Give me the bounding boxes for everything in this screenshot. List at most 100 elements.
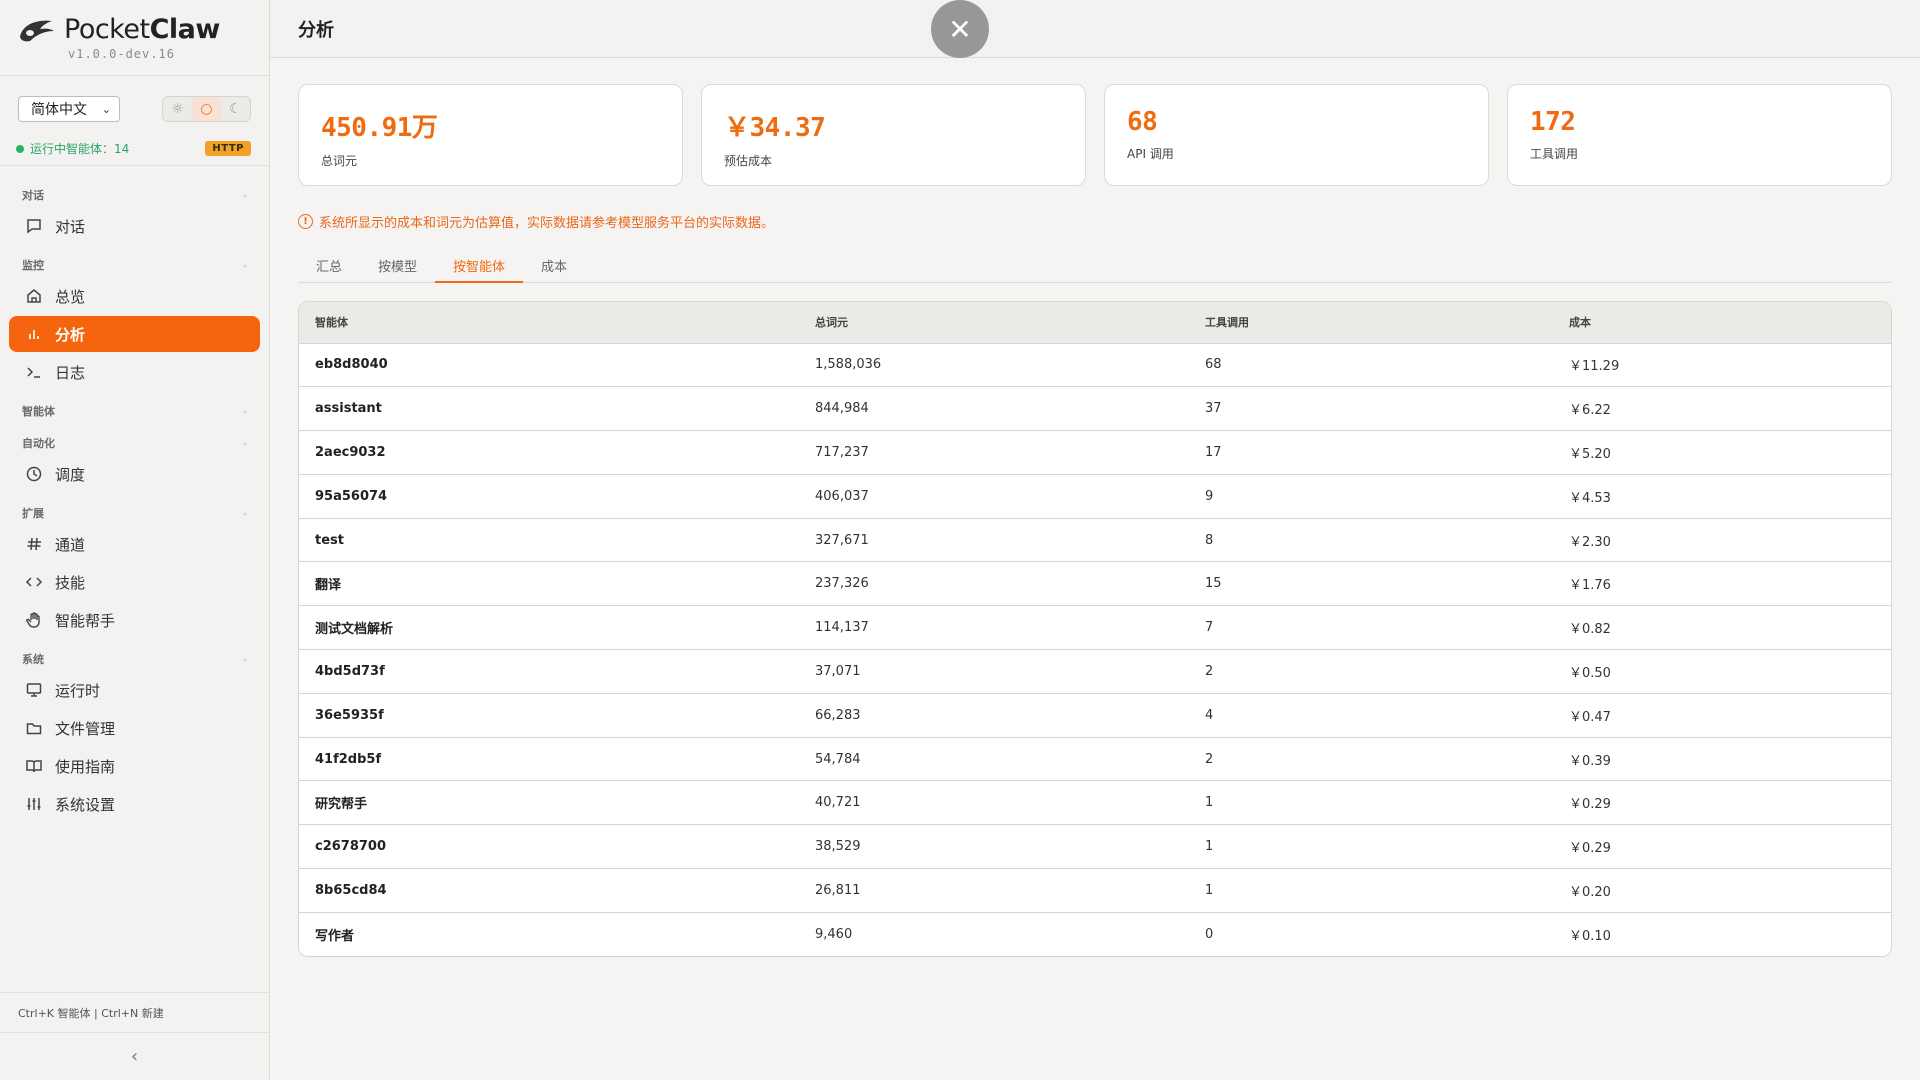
tab-summary[interactable]: 汇总 [298,249,360,282]
collapse-sidebar-button[interactable]: ‹ [0,1032,269,1080]
cell-total-tokens: 40,721 [799,780,1189,825]
sun-icon[interactable]: ☼ [163,97,192,121]
tab-by-model[interactable]: 按模型 [360,249,435,282]
cell-tool-calls: 4 [1189,692,1553,738]
http-badge: HTTP [205,141,251,156]
sidebar-item-channels[interactable]: 通道 [9,526,260,562]
cell-agent-name: c2678700 [299,824,799,869]
cell-agent-name: assistant [299,386,799,431]
cell-cost: ￥0.82 [1553,605,1891,650]
cell-cost: ￥2.30 [1553,517,1891,562]
clock-icon [26,466,42,482]
sidebar-item-helper[interactable]: 智能帮手 [9,602,260,638]
column-header-cost[interactable]: 成本 [1553,302,1891,344]
sidebar-item-schedule[interactable]: 调度 [9,456,260,492]
sidebar-item-files[interactable]: 文件管理 [9,710,260,746]
status-dot-icon [16,144,24,153]
sidebar-item-label: 运行时 [55,681,101,700]
table-row[interactable]: 95a56074 406,037 9 ￥4.53 [299,473,1891,519]
table-row[interactable]: test 327,671 8 ￥2.30 [299,517,1891,562]
table-row[interactable]: 写作者 9,460 0 ￥0.10 [299,911,1891,957]
close-icon: ✕ [948,12,972,46]
cell-cost: ￥0.39 [1553,736,1891,781]
nav-section-monitor[interactable]: 监控 - [0,254,269,276]
nav-section-system[interactable]: 系统 - [0,648,269,670]
hand-icon [26,612,40,628]
table-row[interactable]: 8b65cd84 26,811 1 ￥0.20 [299,868,1891,913]
sidebar-item-chat[interactable]: 对话 [9,208,260,244]
close-button[interactable]: ✕ [931,0,989,58]
cell-agent-name: 41f2db5f [299,736,799,781]
tab-cost[interactable]: 成本 [523,249,585,282]
moon-icon[interactable]: ☾ [221,97,250,121]
cell-tool-calls: 7 [1189,605,1553,650]
sidebar-item-overview[interactable]: 总览 [9,278,260,314]
notice-text: 系统所显示的成本和词元为估算值，实际数据请参考模型服务平台的实际数据。 [319,216,775,231]
sidebar-item-logs[interactable]: 日志 [9,354,260,390]
cell-tool-calls: 2 [1189,736,1553,781]
cell-total-tokens: 327,671 [799,517,1189,562]
column-header-total-tokens[interactable]: 总词元 [799,302,1189,344]
cell-total-tokens: 717,237 [799,430,1189,475]
system-theme-icon[interactable]: ○ [192,97,221,121]
column-header-tool-calls[interactable]: 工具调用 [1189,302,1553,344]
cell-total-tokens: 66,283 [799,692,1189,738]
table-row[interactable]: 研究帮手 40,721 1 ￥0.29 [299,780,1891,825]
cell-tool-calls: 8 [1189,517,1553,562]
stat-card-total-tokens: 450.91万 总词元 [298,84,683,186]
sidebar-item-analytics[interactable]: 分析 [9,316,260,352]
tab-by-agent[interactable]: 按智能体 [435,249,524,283]
cell-cost: ￥0.50 [1553,649,1891,694]
nav-section-chat[interactable]: 对话 - [0,184,269,206]
sidebar-item-label: 技能 [55,573,86,592]
table-row[interactable]: 翻译 237,326 15 ￥1.76 [299,561,1891,606]
book-icon [26,760,42,773]
sliders-icon [27,798,41,810]
column-header-agent[interactable]: 智能体 [299,302,799,344]
cell-total-tokens: 38,529 [799,824,1189,869]
stat-card-api-calls: 68 API 调用 [1104,84,1489,186]
sidebar-item-guide[interactable]: 使用指南 [9,748,260,784]
nav-section-automation[interactable]: 自动化 - [0,432,269,454]
cell-tool-calls: 1 [1189,868,1553,913]
table-row[interactable]: eb8d8040 1,588,036 68 ￥11.29 [299,343,1891,387]
code-icon [25,577,43,587]
sidebar-nav: 对话 - 对话 监控 - 总览 分析 日志 智能体 - 自动化 - 调度 扩展 … [0,166,269,992]
cell-tool-calls: 1 [1189,824,1553,869]
table-row[interactable]: 41f2db5f 54,784 2 ￥0.39 [299,736,1891,781]
table-row[interactable]: 2aec9032 717,237 17 ￥5.20 [299,430,1891,475]
nav-section-agents[interactable]: 智能体 - [0,400,269,422]
language-select[interactable]: 简体中文 ⌄ [18,96,120,122]
sidebar-item-label: 对话 [55,217,86,236]
language-select-value: 简体中文 [31,102,87,118]
sidebar-item-label: 总览 [55,287,86,306]
table-row[interactable]: 测试文档解析 114,137 7 ￥0.82 [299,605,1891,650]
sidebar-item-label: 调度 [55,465,86,484]
cell-total-tokens: 26,811 [799,868,1189,913]
cell-agent-name: test [299,517,799,562]
nav-section-extensions[interactable]: 扩展 - [0,502,269,524]
stat-card-estimated-cost: ￥34.37 预估成本 [701,84,1086,186]
cell-total-tokens: 844,984 [799,386,1189,431]
agent-usage-table: 智能体 总词元 工具调用 成本 eb8d8040 1,588,036 68 ￥11.2… [298,301,1892,958]
cell-agent-name: 8b65cd84 [299,868,799,913]
shortcut-hint: Ctrl+K 智能体 | Ctrl+N 新建 [0,992,269,1032]
main-panel: 分析 450.91万 总词元 ￥34.37 预估成本 68 API 调用 172 [270,0,1920,1080]
theme-switcher: ☼ ○ ☾ [162,96,251,122]
cell-total-tokens: 37,071 [799,649,1189,694]
brand-name: PocketClaw [64,14,220,45]
cell-agent-name: 翻译 [299,561,799,606]
hash-icon [27,537,41,551]
cell-total-tokens: 1,588,036 [815,357,882,373]
table-row[interactable]: 36e5935f 66,283 4 ￥0.47 [299,692,1891,738]
sidebar-item-runtime[interactable]: 运行时 [9,672,260,708]
sidebar-item-skills[interactable]: 技能 [9,564,260,600]
cell-total-tokens: 9,460 [799,911,1189,957]
table-row[interactable]: c2678700 38,529 1 ￥0.29 [299,824,1891,869]
table-row[interactable]: 4bd5d73f 37,071 2 ￥0.50 [299,649,1891,694]
cell-tool-calls: 15 [1189,561,1553,606]
cell-tool-calls: 17 [1189,430,1553,475]
app-version: v1.0.0-dev.16 [68,47,175,61]
sidebar-item-settings[interactable]: 系统设置 [9,786,260,822]
table-row[interactable]: assistant 844,984 37 ￥6.22 [299,386,1891,431]
